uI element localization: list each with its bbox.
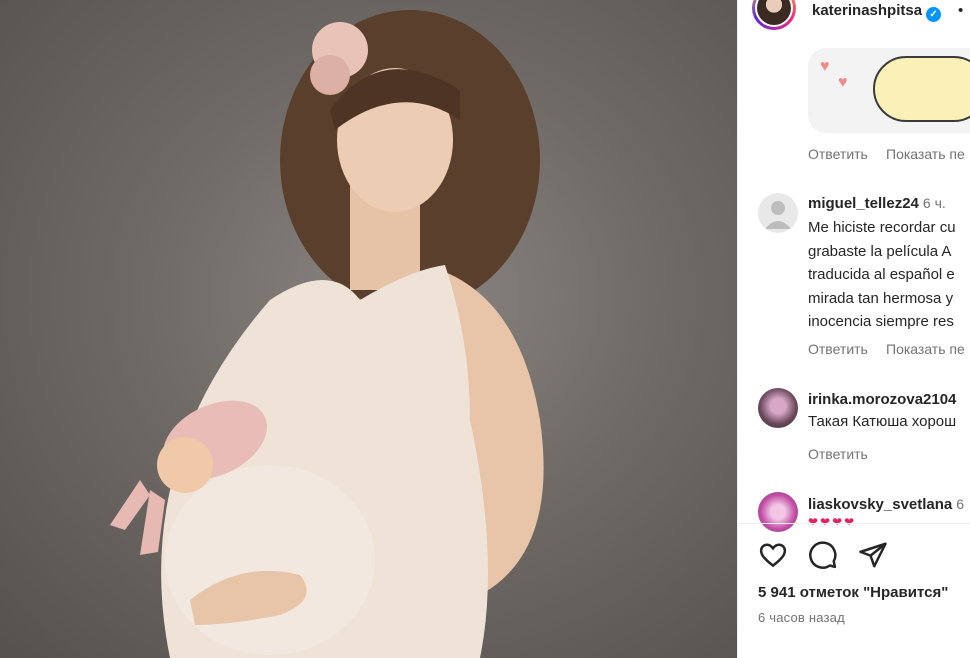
comment-line: inocencia siempre res <box>808 313 954 330</box>
sticker-heart-icon: ♥ <box>838 74 848 91</box>
post-photo <box>0 0 737 658</box>
comment-username-text[interactable]: liaskovsky_svetlana <box>808 496 952 513</box>
default-user-icon <box>765 201 791 229</box>
post-header: katerinashpitsa ✓ • <box>738 0 970 30</box>
comment-line: Me hiciste recordar cu <box>808 219 956 236</box>
sticker-heart-icon: ♥ <box>820 58 830 75</box>
comment-body: Такая Катюша хорош <box>808 413 957 430</box>
show-replies-button[interactable]: Показать пе <box>886 341 965 357</box>
photo-illustration <box>110 10 544 658</box>
reply-button[interactable]: Ответить <box>808 341 868 357</box>
comment-username[interactable]: miguel_tellez24 6 ч. <box>808 195 946 212</box>
heart-icon <box>759 543 787 568</box>
share-icon <box>859 542 887 568</box>
comment-body: Me hiciste recordar cu grabaste la pelíc… <box>808 216 956 334</box>
post-time-ago[interactable]: 6 часов назад <box>758 610 845 625</box>
comment-time: 6 <box>956 496 965 512</box>
comment-username[interactable]: liaskovsky_svetlana 6 <box>808 496 964 513</box>
comment-button[interactable] <box>808 540 838 575</box>
comment-body: ❤❤❤❤ <box>808 515 857 529</box>
post-side-panel: katerinashpitsa ✓ • ♥ ♥ Ответить Показать… <box>737 0 970 658</box>
comment-username-text[interactable]: miguel_tellez24 <box>808 195 919 212</box>
comment-line: traducida al español e <box>808 266 955 283</box>
commenter-avatar[interactable] <box>758 388 798 428</box>
header-separator-dot: • <box>958 2 964 19</box>
author-username[interactable]: katerinashpitsa ✓ <box>812 2 942 22</box>
share-button[interactable] <box>858 540 888 575</box>
like-button[interactable] <box>758 540 788 575</box>
verified-badge-icon: ✓ <box>926 7 942 22</box>
reply-button[interactable]: Ответить <box>808 446 868 462</box>
commenter-avatar[interactable] <box>758 492 798 532</box>
reply-button[interactable]: Ответить <box>808 146 868 162</box>
comment-icon <box>809 541 837 569</box>
show-replies-button[interactable]: Показать пе <box>886 146 965 162</box>
comment-username[interactable]: irinka.morozova2104 <box>808 391 956 408</box>
comment-sticker: ♥ ♥ <box>808 48 970 133</box>
author-avatar[interactable] <box>752 0 796 30</box>
comment-line: grabaste la película A <box>808 242 952 260</box>
likes-count[interactable]: 5 941 отметок "Нравится" <box>758 584 948 601</box>
commenter-avatar[interactable] <box>758 193 798 233</box>
actions-divider <box>738 523 970 524</box>
author-username-text[interactable]: katerinashpitsa <box>812 2 922 19</box>
comment-line: mirada tan hermosa y <box>808 289 954 307</box>
comment-time: 6 ч. <box>922 195 946 211</box>
